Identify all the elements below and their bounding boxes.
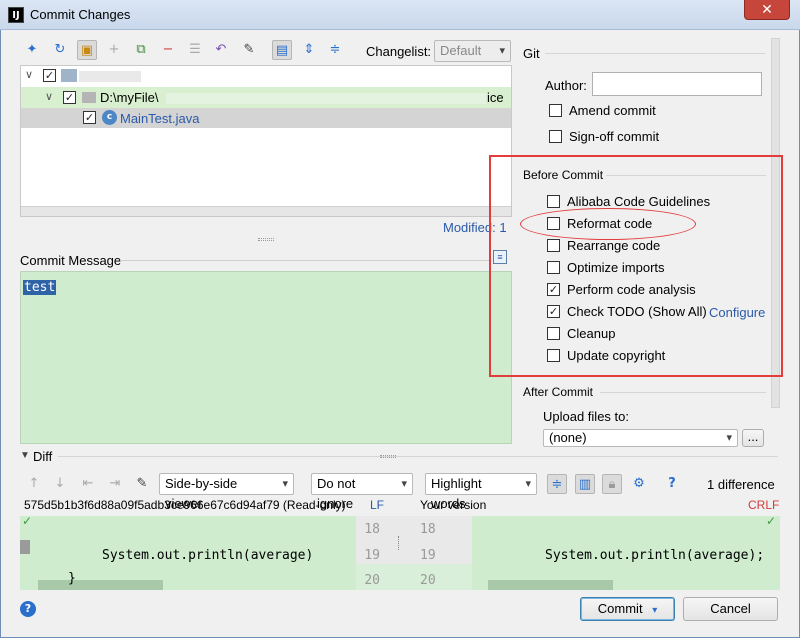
upload-label: Upload files to: xyxy=(543,409,629,424)
path-blurred xyxy=(166,93,486,104)
whitespace-select[interactable]: Do not ignore xyxy=(311,473,413,511)
lock-icon[interactable]: 🔒︎ xyxy=(602,474,622,494)
close-button[interactable]: ✕ xyxy=(744,0,790,20)
diff-collapse-icon[interactable]: ▼ xyxy=(20,450,30,461)
diff-title: Diff xyxy=(33,449,53,464)
remove-icon[interactable]: − xyxy=(158,40,178,60)
diff-help-icon[interactable]: ? xyxy=(662,474,682,494)
module-name-blurred xyxy=(79,71,141,82)
difference-count: 1 difference xyxy=(707,477,775,492)
java-class-icon: c xyxy=(102,110,117,125)
add-icon[interactable]: + xyxy=(104,40,124,60)
highlight-annotation-box xyxy=(489,155,783,377)
highlight-select[interactable]: Highlight words xyxy=(425,473,537,511)
collapse-all-icon[interactable]: ≑ xyxy=(325,40,345,60)
group-by-icon[interactable]: ▣ xyxy=(77,40,97,60)
right-revision-header: Your version xyxy=(420,498,487,512)
upload-select[interactable]: (none) xyxy=(543,429,738,447)
diff-viewer[interactable]: ✓ ✓ 18 19 20 18 19 20 System.out.println… xyxy=(20,514,780,590)
path-checkbox[interactable] xyxy=(63,91,76,104)
align-icon[interactable]: ≑ xyxy=(547,474,567,494)
file-checkbox[interactable] xyxy=(83,111,96,124)
window-title: Commit Changes xyxy=(30,7,131,22)
left-hscroll-thumb[interactable] xyxy=(38,580,163,590)
module-icon xyxy=(61,69,77,82)
amend-commit-label: Amend commit xyxy=(569,103,656,118)
settings-gear-icon[interactable]: ⚙ xyxy=(629,474,649,494)
left-line-number: 18 xyxy=(364,522,380,537)
highlight-annotation-ellipse xyxy=(520,208,696,240)
right-line-number: 20 xyxy=(420,573,436,588)
collapse-icon[interactable]: ▤ xyxy=(272,40,292,60)
move-icon[interactable]: ⧉ xyxy=(131,40,151,60)
next-file-icon[interactable]: ⇥ xyxy=(105,474,125,494)
refresh-icon[interactable]: ↻ xyxy=(50,40,70,60)
folder-icon xyxy=(82,92,96,103)
right-line-number: 19 xyxy=(420,548,436,563)
signoff-commit-checkbox[interactable] xyxy=(549,130,562,143)
splitter-handle[interactable] xyxy=(258,238,274,241)
chevron-down-icon[interactable]: ▾ xyxy=(652,605,657,616)
diff-separator xyxy=(58,456,778,457)
help-icon[interactable]: ? xyxy=(20,601,36,617)
commit-button[interactable]: Commit ▾ xyxy=(580,597,675,621)
tree-hscrollbar[interactable] xyxy=(21,206,511,216)
left-ok-icon: ✓ xyxy=(22,514,33,528)
commit-message-separator xyxy=(120,260,492,261)
prev-diff-icon[interactable]: ↑ xyxy=(24,474,44,494)
after-commit-title: After Commit xyxy=(523,385,594,399)
columns-icon[interactable]: ▥ xyxy=(575,474,595,494)
commit-button-label: Commit xyxy=(597,601,643,616)
root-expand-icon[interactable]: ∨ xyxy=(25,68,33,81)
right-line-separator[interactable]: CRLF xyxy=(748,498,779,512)
cancel-button[interactable]: Cancel xyxy=(683,597,778,621)
gutter-fold-marker xyxy=(398,536,400,550)
author-input[interactable] xyxy=(592,72,762,96)
git-section-title: Git xyxy=(523,46,540,61)
expand-all-icon[interactable]: ⇕ xyxy=(299,40,319,60)
commit-message-text[interactable]: test xyxy=(23,280,57,295)
title-bar[interactable]: IJ Commit Changes ✕ xyxy=(0,0,800,30)
left-revision-header: 575d5b1b3f6d88a09f5adb3ce966e67c6d94af79… xyxy=(24,498,346,512)
right-code-line[interactable]: System.out.println(average); xyxy=(545,548,764,563)
file-name[interactable]: MainTest.java xyxy=(120,111,199,126)
author-label: Author: xyxy=(545,78,587,93)
path-suffix: ice xyxy=(487,90,504,105)
right-ok-icon: ✓ xyxy=(766,514,777,528)
changelist-select[interactable]: Default xyxy=(434,40,511,62)
intellij-icon: IJ xyxy=(8,7,24,23)
commit-message-label: Commit Message xyxy=(20,253,122,268)
viewer-select[interactable]: Side-by-side viewer xyxy=(159,473,294,511)
left-line-number: 19 xyxy=(364,548,380,563)
left-line-number: 20 xyxy=(364,573,380,588)
next-diff-icon[interactable]: ↓ xyxy=(50,474,70,494)
prev-file-icon[interactable]: ⇤ xyxy=(78,474,98,494)
amend-commit-checkbox[interactable] xyxy=(549,104,562,117)
left-code-brace[interactable]: } xyxy=(68,571,76,586)
left-code-line[interactable]: System.out.println(average) xyxy=(102,548,313,563)
signoff-commit-label: Sign-off commit xyxy=(569,129,660,144)
left-scroll-marker xyxy=(20,540,30,554)
after-commit-separator xyxy=(600,392,766,393)
rollback-tb-icon[interactable]: ☰ xyxy=(185,40,205,60)
right-line-number: 18 xyxy=(420,522,436,537)
changes-tree[interactable]: ∨ ∨ D:\myFile\ ice c MainTest.java xyxy=(20,65,512,217)
left-line-separator[interactable]: LF xyxy=(370,498,384,512)
diff-edit-icon[interactable]: ✎ xyxy=(132,474,152,494)
root-checkbox[interactable] xyxy=(43,69,56,82)
show-diff-icon[interactable]: ✦ xyxy=(22,40,42,60)
path-prefix: D:\myFile\ xyxy=(100,90,159,105)
commit-message-editor[interactable]: test xyxy=(20,271,512,444)
right-hscroll-thumb[interactable] xyxy=(488,580,613,590)
upload-browse-button[interactable]: ... xyxy=(742,429,764,447)
revert-icon[interactable]: ↶ xyxy=(211,40,231,60)
git-separator xyxy=(545,53,765,54)
edit-source-icon[interactable]: ✎ xyxy=(239,40,259,60)
path-expand-icon[interactable]: ∨ xyxy=(45,90,53,103)
changelist-label: Changelist: xyxy=(366,44,432,59)
